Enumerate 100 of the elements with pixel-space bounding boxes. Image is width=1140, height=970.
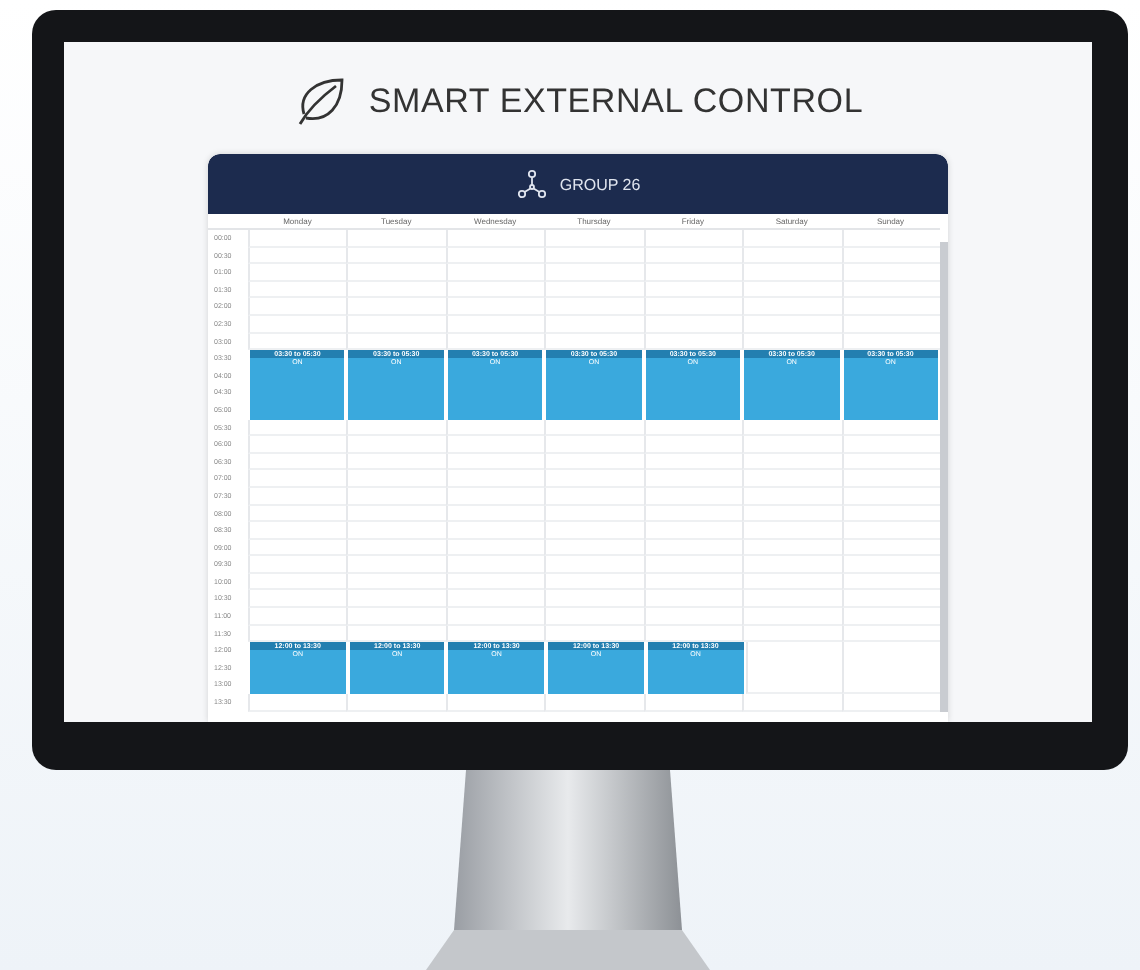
calendar-cell[interactable] <box>742 470 842 488</box>
calendar-cell[interactable] <box>346 608 446 626</box>
calendar-cell[interactable] <box>841 419 940 437</box>
calendar-cell[interactable] <box>248 247 347 265</box>
calendar-cell[interactable] <box>544 419 644 437</box>
calendar-cell[interactable] <box>544 230 644 248</box>
calendar-cell[interactable] <box>346 573 446 591</box>
calendar-cell[interactable] <box>742 573 842 591</box>
calendar-cell[interactable] <box>841 264 940 282</box>
calendar-cell[interactable] <box>544 247 644 265</box>
calendar-cell[interactable] <box>346 505 446 523</box>
calendar-cell[interactable] <box>643 247 743 265</box>
calendar-cell[interactable] <box>346 470 446 488</box>
calendar-cell[interactable] <box>544 539 644 557</box>
calendar-cell[interactable] <box>841 573 940 591</box>
calendar-cell[interactable] <box>445 608 545 626</box>
calendar-cell[interactable] <box>742 281 842 299</box>
calendar-cell[interactable] <box>248 281 347 299</box>
calendar-cell[interactable] <box>346 315 446 334</box>
calendar-cell[interactable] <box>841 247 940 265</box>
calendar-cell[interactable] <box>248 470 347 488</box>
calendar-cell[interactable] <box>544 315 644 334</box>
calendar-cell[interactable] <box>643 505 743 523</box>
calendar-cell[interactable] <box>544 556 644 574</box>
calendar-cell[interactable] <box>742 419 842 437</box>
calendar-cell[interactable] <box>643 487 743 506</box>
calendar-cell[interactable] <box>742 556 842 574</box>
calendar-cell[interactable] <box>643 539 743 557</box>
calendar-cell[interactable] <box>643 453 743 471</box>
calendar-cell[interactable] <box>841 556 940 574</box>
calendar-cell[interactable] <box>346 694 446 712</box>
calendar-cell[interactable] <box>643 436 743 454</box>
calendar-cell[interactable] <box>248 556 347 574</box>
calendar-cell[interactable] <box>445 298 545 316</box>
calendar-cell[interactable] <box>445 230 545 248</box>
calendar-cell[interactable] <box>248 315 347 334</box>
calendar-cell[interactable] <box>841 625 940 643</box>
calendar-cell[interactable] <box>742 264 842 282</box>
calendar-cell[interactable] <box>346 590 446 609</box>
calendar-cell[interactable] <box>742 522 842 540</box>
calendar-cell[interactable] <box>841 505 940 523</box>
calendar-cell[interactable] <box>544 505 644 523</box>
calendar-cell[interactable] <box>445 556 545 574</box>
calendar-cell[interactable] <box>841 694 940 712</box>
calendar-cell[interactable] <box>841 539 940 557</box>
calendar-cell[interactable] <box>544 436 644 454</box>
calendar-cell[interactable] <box>841 436 940 454</box>
calendar-cell[interactable] <box>346 539 446 557</box>
calendar-cell[interactable] <box>643 573 743 591</box>
calendar-cell[interactable] <box>346 247 446 265</box>
calendar-cell[interactable] <box>643 694 743 712</box>
calendar-cell[interactable] <box>248 505 347 523</box>
calendar-cell[interactable] <box>841 453 940 471</box>
calendar-cell[interactable] <box>445 505 545 523</box>
calendar-cell[interactable] <box>742 298 842 316</box>
calendar-cell[interactable] <box>544 608 644 626</box>
calendar-cell[interactable] <box>544 694 644 712</box>
calendar-cell[interactable] <box>248 436 347 454</box>
calendar-cell[interactable] <box>742 315 842 334</box>
calendar-cell[interactable] <box>346 556 446 574</box>
calendar-cell[interactable] <box>445 694 545 712</box>
calendar-cell[interactable] <box>742 487 842 506</box>
calendar-cell[interactable] <box>248 298 347 316</box>
calendar-cell[interactable] <box>544 470 644 488</box>
calendar-cell[interactable] <box>346 453 446 471</box>
calendar-cell[interactable] <box>445 453 545 471</box>
calendar-cell[interactable] <box>544 522 644 540</box>
calendar-cell[interactable] <box>445 419 545 437</box>
calendar-cell[interactable] <box>346 419 446 437</box>
calendar-cell[interactable] <box>742 625 842 643</box>
calendar-cell[interactable] <box>445 315 545 334</box>
calendar-cell[interactable] <box>248 264 347 282</box>
calendar-cell[interactable] <box>742 608 842 626</box>
calendar-cell[interactable] <box>643 522 743 540</box>
calendar-cell[interactable] <box>742 247 842 265</box>
calendar-cell[interactable] <box>742 694 842 712</box>
calendar-cell[interactable] <box>346 487 446 506</box>
calendar-cell[interactable] <box>445 522 545 540</box>
calendar-cell[interactable] <box>248 453 347 471</box>
calendar-cell[interactable] <box>643 230 743 248</box>
calendar-cell[interactable] <box>742 453 842 471</box>
calendar-cell[interactable] <box>445 590 545 609</box>
calendar-cell[interactable] <box>742 590 842 609</box>
calendar-cell[interactable] <box>742 230 842 248</box>
calendar-cell[interactable] <box>248 487 347 506</box>
calendar-cell[interactable] <box>841 230 940 248</box>
calendar-cell[interactable] <box>841 470 940 488</box>
calendar-cell[interactable] <box>544 298 644 316</box>
calendar-cell[interactable] <box>346 264 446 282</box>
calendar-cell[interactable] <box>445 487 545 506</box>
calendar-cell[interactable] <box>445 281 545 299</box>
calendar-cell[interactable] <box>445 539 545 557</box>
calendar-cell[interactable] <box>248 608 347 626</box>
calendar-cell[interactable] <box>643 281 743 299</box>
calendar-cell[interactable] <box>841 487 940 506</box>
calendar-cell[interactable] <box>643 315 743 334</box>
calendar-cell[interactable] <box>643 419 743 437</box>
calendar-cell[interactable] <box>346 436 446 454</box>
calendar-cell[interactable] <box>248 539 347 557</box>
calendar-cell[interactable] <box>346 230 446 248</box>
